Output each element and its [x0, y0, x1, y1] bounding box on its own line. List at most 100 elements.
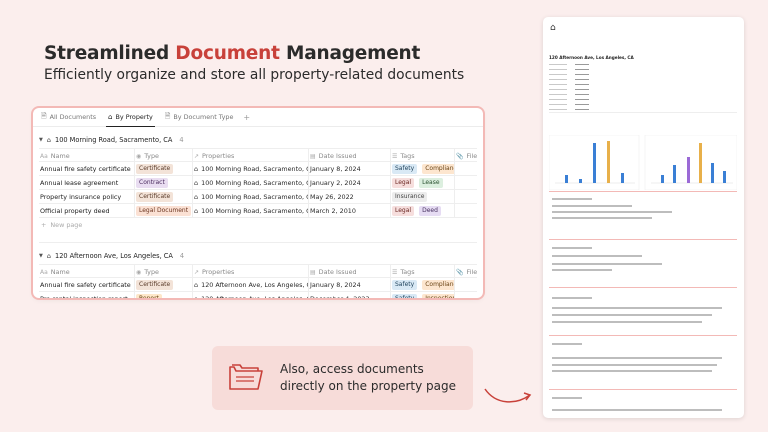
properties-column-header[interactable]: ↗ Properties — [193, 149, 309, 163]
tab-by-property[interactable]: ⌂ By Property — [106, 108, 155, 127]
new-page-button[interactable]: + New page — [39, 218, 477, 232]
hero-title: Streamlined Document Management — [44, 43, 421, 64]
column-type-icon: Aa — [40, 152, 48, 160]
name-column-header[interactable]: Aa Name — [39, 149, 135, 163]
property-link[interactable]: 100 Morning Road, Sacramento, CA — [201, 193, 308, 201]
tags-cell[interactable]: Safety Compliance — [391, 278, 455, 292]
document-name[interactable]: Annual fire safety certificate — [39, 278, 135, 292]
table-header-row: Aa Name ◉ Type ↗ Properties ▤ Date Issued ☰ Tags 📎… — [39, 264, 477, 279]
type-column-header[interactable]: ◉ Type — [135, 265, 193, 279]
tags-cell[interactable]: Safety Compliance — [391, 162, 455, 176]
property-cell[interactable]: ⌂ 100 Morning Road, Sacramento, CA — [193, 190, 309, 204]
file-cell[interactable] — [455, 292, 483, 298]
house-icon: ⌂ — [46, 252, 51, 260]
file-column-header[interactable]: 📎 File — [455, 265, 483, 279]
tag-pill: Compliance — [422, 280, 454, 290]
group-header[interactable]: ▼ ⌂ 100 Morning Road, Sacramento, CA 4 — [39, 132, 477, 148]
document-type-cell[interactable]: Report — [135, 292, 193, 298]
document-name[interactable]: Property insurance policy — [39, 190, 135, 204]
type-pill: Certificate — [136, 280, 174, 290]
document-type-cell[interactable]: Contract — [135, 176, 193, 190]
tags-column-header[interactable]: ☰ Tags — [391, 265, 455, 279]
property-link[interactable]: 100 Morning Road, Sacramento, CA — [201, 179, 308, 187]
table-row[interactable]: Annual fire safety certificate Certificat… — [39, 162, 477, 176]
column-type-icon: Aa — [40, 268, 48, 276]
property-group: ▼ ⌂ 120 Afternoon Ave, Los Angeles, CA 4 Aa N… — [33, 242, 483, 298]
table-row[interactable]: Official property deed Legal Document ⌂ 100… — [39, 204, 477, 218]
document-name[interactable]: Official property deed — [39, 204, 135, 218]
group-count: 4 — [179, 136, 184, 144]
hero-title-accent: Document — [175, 43, 280, 64]
property-link[interactable]: 120 Afternoon Ave, Los Angeles, CA — [201, 281, 308, 289]
property-cell[interactable]: ⌂ 100 Morning Road, Sacramento, CA — [193, 204, 309, 218]
document-name[interactable]: Annual lease agreement — [39, 176, 135, 190]
folder-icon — [229, 364, 263, 390]
date-column-header[interactable]: ▤ Date Issued — [309, 265, 391, 279]
column-type-icon: ▤ — [310, 152, 316, 160]
date-issued[interactable]: January 2, 2024 — [309, 176, 391, 190]
file-cell[interactable] — [455, 176, 483, 190]
date-column-header[interactable]: ▤ Date Issued — [309, 149, 391, 163]
property-cell[interactable]: ⌂120 Afternoon Ave, Los Angeles, CA — [193, 292, 309, 298]
property-link[interactable]: 100 Morning Road, Sacramento, CA — [201, 165, 308, 173]
group-header[interactable]: ▼ ⌂ 120 Afternoon Ave, Los Angeles, CA 4 — [39, 248, 477, 264]
column-type-icon: ☰ — [392, 152, 398, 160]
tags-cell[interactable]: Legal Deed — [391, 204, 455, 218]
plus-icon: + — [41, 221, 47, 229]
tag-pill: Lease — [419, 178, 443, 188]
property-cell[interactable]: ⌂ 100 Morning Road, Sacramento, CA — [193, 162, 309, 176]
doc-icon: 🗎 — [164, 111, 171, 120]
date-issued[interactable]: March 2, 2010 — [309, 204, 391, 218]
table-row[interactable]: Annual fire safety certificate Certificat… — [39, 278, 477, 292]
house-icon: ⌂ — [194, 165, 199, 173]
property-link[interactable]: 120 Afternoon Ave, Los Angeles, CA — [201, 295, 308, 298]
hero-subtitle: Efficiently organize and store all prope… — [44, 67, 465, 83]
tag-pill: Safety — [392, 294, 418, 298]
property-page-preview[interactable]: ⌂ 120 Afternoon Ave, Los Angeles, CA — [543, 17, 744, 418]
tags-cell[interactable]: Insurance — [391, 190, 455, 204]
date-issued[interactable]: January 8, 2024 — [309, 162, 391, 176]
type-column-header[interactable]: ◉ Type — [135, 149, 193, 163]
property-cell[interactable]: ⌂ 100 Morning Road, Sacramento, CA — [193, 176, 309, 190]
table-header-row: Aa Name ◉ Type ↗ Properties ▤ Date Issued ☰ Tags 📎… — [39, 148, 477, 163]
house-icon: ⌂ — [194, 179, 199, 187]
collapse-triangle-icon[interactable]: ▼ — [39, 253, 43, 259]
document-name[interactable]: Annual fire safety certificate — [39, 162, 135, 176]
tags-cell[interactable]: Safety Inspection — [391, 292, 455, 298]
name-column-header[interactable]: Aa Name — [39, 265, 135, 279]
document-name[interactable]: Pre-rental inspection report — [39, 292, 135, 298]
file-column-header[interactable]: 📎 File — [455, 149, 483, 163]
date-issued[interactable]: May 26, 2022 — [309, 190, 391, 204]
file-cell[interactable] — [455, 162, 483, 176]
document-type-cell[interactable]: Certificate — [135, 162, 193, 176]
type-pill: Legal Document — [136, 206, 192, 216]
tab-all-documents[interactable]: 🗎 All Documents — [39, 108, 98, 127]
table-row[interactable]: Annual lease agreement Contract ⌂ 100 Morni… — [39, 176, 477, 190]
group-title: 100 Morning Road, Sacramento, CA — [55, 136, 173, 144]
doc-icon: 🗎 — [41, 111, 47, 120]
file-cell[interactable] — [455, 278, 483, 292]
house-icon: ⌂ — [108, 112, 113, 121]
document-type-cell[interactable]: Certificate — [135, 190, 193, 204]
file-cell[interactable] — [455, 190, 483, 204]
properties-column-header[interactable]: ↗ Properties — [193, 265, 309, 279]
tag-pill: Safety — [392, 164, 418, 174]
group-divider — [39, 242, 477, 243]
table-row[interactable]: Pre-rental inspection reportReport ⌂120 A… — [39, 292, 477, 298]
date-issued[interactable]: January 8, 2024 — [309, 278, 391, 292]
tags-cell[interactable]: Legal Lease — [391, 176, 455, 190]
table-row[interactable]: Property insurance policy Certificate ⌂ 100… — [39, 190, 477, 204]
document-type-cell[interactable]: Legal Document — [135, 204, 193, 218]
property-link[interactable]: 100 Morning Road, Sacramento, CA — [201, 207, 308, 215]
tags-column-header[interactable]: ☰ Tags — [391, 149, 455, 163]
preview-properties — [549, 62, 619, 112]
collapse-triangle-icon[interactable]: ▼ — [39, 137, 43, 143]
property-cell[interactable]: ⌂120 Afternoon Ave, Los Angeles, CA — [193, 278, 309, 292]
date-issued[interactable]: December 4, 2023 — [309, 292, 391, 298]
document-type-cell[interactable]: Certificate — [135, 278, 193, 292]
add-view-button[interactable]: + — [243, 113, 250, 122]
tag-pill: Insurance — [392, 192, 428, 202]
house-icon: ⌂ — [194, 207, 199, 215]
tab-by-document-type[interactable]: 🗎 By Document Type — [163, 108, 236, 127]
file-cell[interactable] — [455, 204, 483, 218]
